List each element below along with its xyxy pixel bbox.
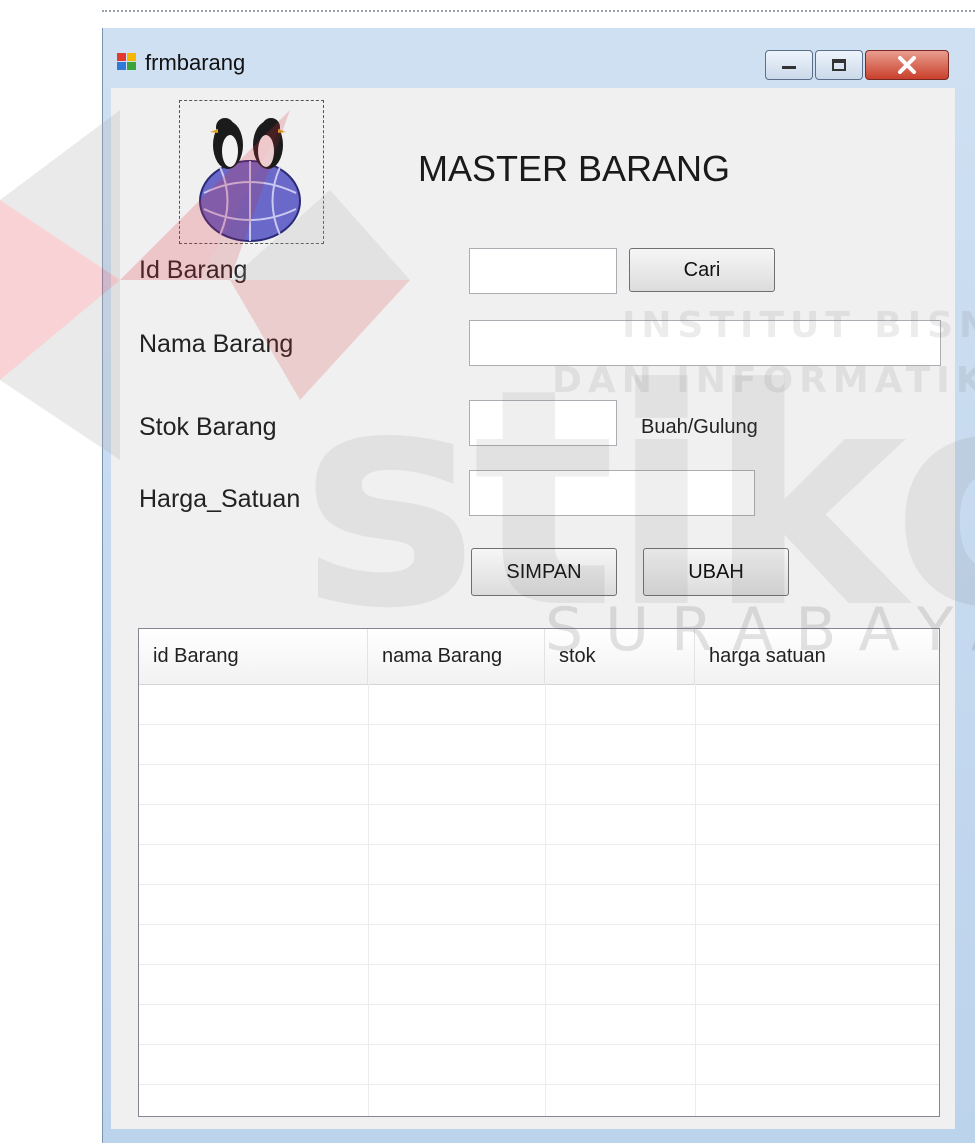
- minimize-button[interactable]: [765, 50, 813, 80]
- app-form-icon: [117, 53, 136, 70]
- nama-barang-label: Nama Barang: [139, 330, 294, 358]
- barang-datagrid[interactable]: id Barang nama Barang stok harga satuan: [138, 628, 940, 1117]
- table-row[interactable]: [139, 1044, 939, 1085]
- harga-satuan-label: Harga_Satuan: [139, 485, 301, 513]
- save-button[interactable]: SIMPAN: [471, 548, 617, 596]
- id-barang-input[interactable]: [469, 248, 617, 294]
- table-row[interactable]: [139, 764, 939, 805]
- page-title: MASTER BARANG: [418, 148, 731, 189]
- close-button[interactable]: [865, 50, 949, 80]
- logo-picturebox: [179, 100, 324, 244]
- title-bar[interactable]: frmbarang: [103, 28, 975, 88]
- harga-satuan-input[interactable]: [469, 470, 755, 516]
- top-dotted-line: [102, 0, 975, 12]
- column-header-harga[interactable]: harga satuan: [695, 629, 939, 684]
- table-row[interactable]: [139, 884, 939, 925]
- grid-header: id Barang nama Barang stok harga satuan: [139, 629, 939, 685]
- minimize-icon: [782, 66, 796, 69]
- penguin-globe-logo: [199, 118, 301, 242]
- column-header-nama[interactable]: nama Barang: [368, 629, 545, 684]
- form-client-area: MASTER BARANG Id Barang Cari Nama Barang…: [111, 88, 955, 1129]
- table-row[interactable]: [139, 804, 939, 845]
- id-barang-label: Id Barang: [139, 256, 248, 284]
- stok-barang-input[interactable]: [469, 400, 617, 446]
- column-header-id[interactable]: id Barang: [139, 629, 368, 684]
- stok-unit-label: Buah/Gulung: [641, 416, 758, 438]
- nama-barang-input[interactable]: [469, 320, 941, 366]
- table-row[interactable]: [139, 684, 939, 725]
- table-row[interactable]: [139, 1004, 939, 1045]
- table-row[interactable]: [139, 844, 939, 885]
- edit-button[interactable]: UBAH: [643, 548, 789, 596]
- column-header-stok[interactable]: stok: [545, 629, 695, 684]
- table-row[interactable]: [139, 924, 939, 965]
- table-row[interactable]: [139, 964, 939, 1005]
- close-icon: [898, 56, 916, 74]
- window-title: frmbarang: [145, 50, 246, 75]
- maximize-icon: [832, 59, 846, 71]
- stok-barang-label: Stok Barang: [139, 413, 277, 441]
- maximize-button[interactable]: [815, 50, 863, 80]
- search-button[interactable]: Cari: [629, 248, 775, 292]
- app-window: frmbarang MASTER BARANG Id Barang Cari N…: [102, 28, 975, 1143]
- table-row[interactable]: [139, 724, 939, 765]
